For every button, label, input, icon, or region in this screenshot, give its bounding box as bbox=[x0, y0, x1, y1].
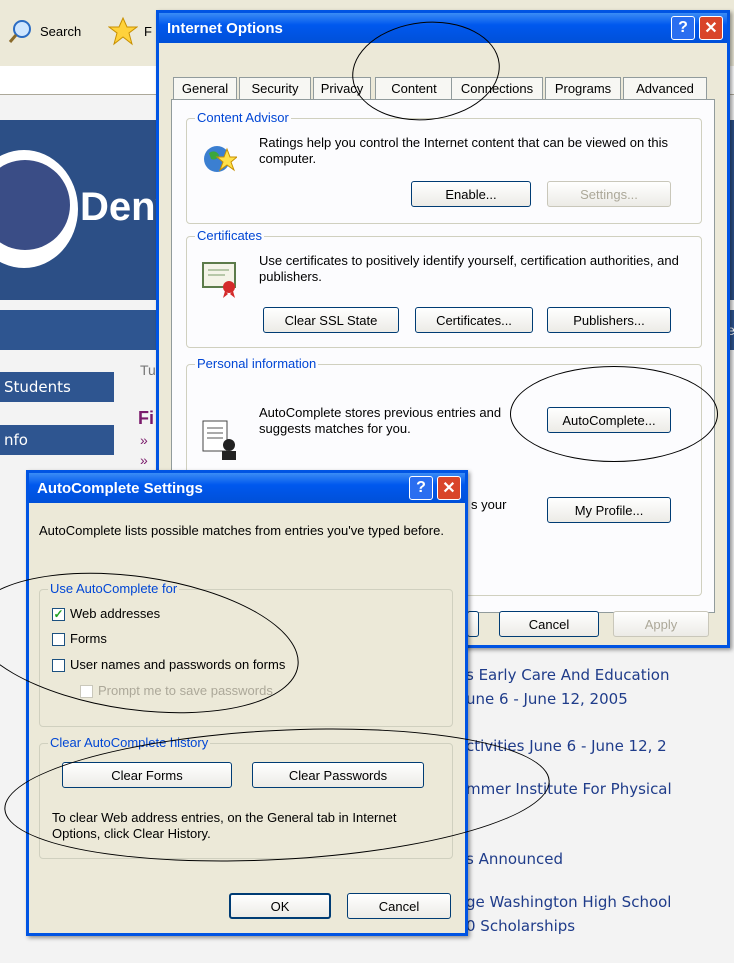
autocomplete-icon bbox=[202, 420, 236, 460]
news-link[interactable]: s Announced bbox=[466, 850, 563, 868]
close-icon[interactable]: ✕ bbox=[437, 476, 461, 500]
dialog-title: Internet Options bbox=[167, 19, 283, 37]
news-link[interactable]: 0 Scholarships bbox=[466, 917, 575, 935]
news-link[interactable]: ge Washington High School bbox=[466, 893, 671, 911]
page-fragment: Tu bbox=[140, 362, 156, 378]
cancel-button[interactable]: Cancel bbox=[347, 893, 451, 919]
profile-text-fragment: s your bbox=[471, 497, 507, 512]
publishers-button[interactable]: Publishers... bbox=[547, 307, 671, 333]
content-advisor-icon bbox=[204, 146, 237, 172]
favorites-label: F bbox=[144, 23, 152, 39]
news-link[interactable]: s Early Care And Education bbox=[466, 666, 669, 684]
tab-programs[interactable]: Programs bbox=[545, 77, 621, 99]
tab-security[interactable]: Security bbox=[239, 77, 311, 99]
settings-button[interactable]: Settings... bbox=[547, 181, 671, 207]
nav-link-students[interactable]: Students bbox=[0, 372, 114, 402]
close-icon[interactable]: ✕ bbox=[699, 16, 723, 40]
search-icon bbox=[8, 20, 31, 43]
search-button[interactable]: Search bbox=[8, 14, 81, 48]
certificates-button[interactable]: Certificates... bbox=[415, 307, 533, 333]
certificate-icon bbox=[202, 262, 236, 298]
help-icon[interactable]: ? bbox=[671, 16, 695, 40]
tab-advanced[interactable]: Advanced bbox=[623, 77, 707, 99]
news-link[interactable]: une 6 - June 12, 2005 bbox=[466, 690, 628, 708]
enable-button[interactable]: Enable... bbox=[411, 181, 531, 207]
apply-button[interactable]: Apply bbox=[613, 611, 709, 637]
tab-general[interactable]: General bbox=[173, 77, 237, 99]
autocomplete-text: AutoComplete stores previous entries and… bbox=[259, 405, 502, 436]
page-fragment: » bbox=[140, 452, 148, 468]
my-profile-button[interactable]: My Profile... bbox=[547, 497, 671, 523]
dialog-title: AutoComplete Settings bbox=[37, 479, 203, 497]
favorites-star-icon bbox=[108, 16, 138, 46]
page-fragment: » bbox=[140, 432, 148, 448]
autocomplete-intro: AutoComplete lists possible matches from… bbox=[39, 523, 444, 538]
autocomplete-titlebar[interactable]: AutoComplete Settings bbox=[29, 473, 465, 503]
favorites-button[interactable]: F bbox=[108, 14, 152, 48]
page-fragment: Fi bbox=[138, 408, 154, 428]
content-advisor-label: Content Advisor bbox=[195, 110, 291, 125]
ok-button[interactable]: OK bbox=[229, 893, 331, 919]
certificates-group: Certificates Use certificates to positiv… bbox=[186, 228, 702, 348]
personal-information-label: Personal information bbox=[195, 356, 319, 371]
help-icon[interactable]: ? bbox=[409, 476, 433, 500]
nav-link-info[interactable]: nfo bbox=[0, 425, 114, 455]
ok-button-partial[interactable] bbox=[467, 611, 479, 637]
clear-ssl-state-button[interactable]: Clear SSL State bbox=[263, 307, 399, 333]
certificates-label: Certificates bbox=[195, 228, 265, 243]
search-label: Search bbox=[40, 23, 82, 39]
content-advisor-group: Content Advisor Ratings help you control… bbox=[186, 110, 702, 224]
annotation-circle-autocomplete-button bbox=[510, 366, 718, 462]
content-advisor-text: Ratings help you control the Internet co… bbox=[259, 135, 669, 166]
cancel-button[interactable]: Cancel bbox=[499, 611, 599, 637]
certificates-text: Use certificates to positively identify … bbox=[259, 253, 679, 284]
